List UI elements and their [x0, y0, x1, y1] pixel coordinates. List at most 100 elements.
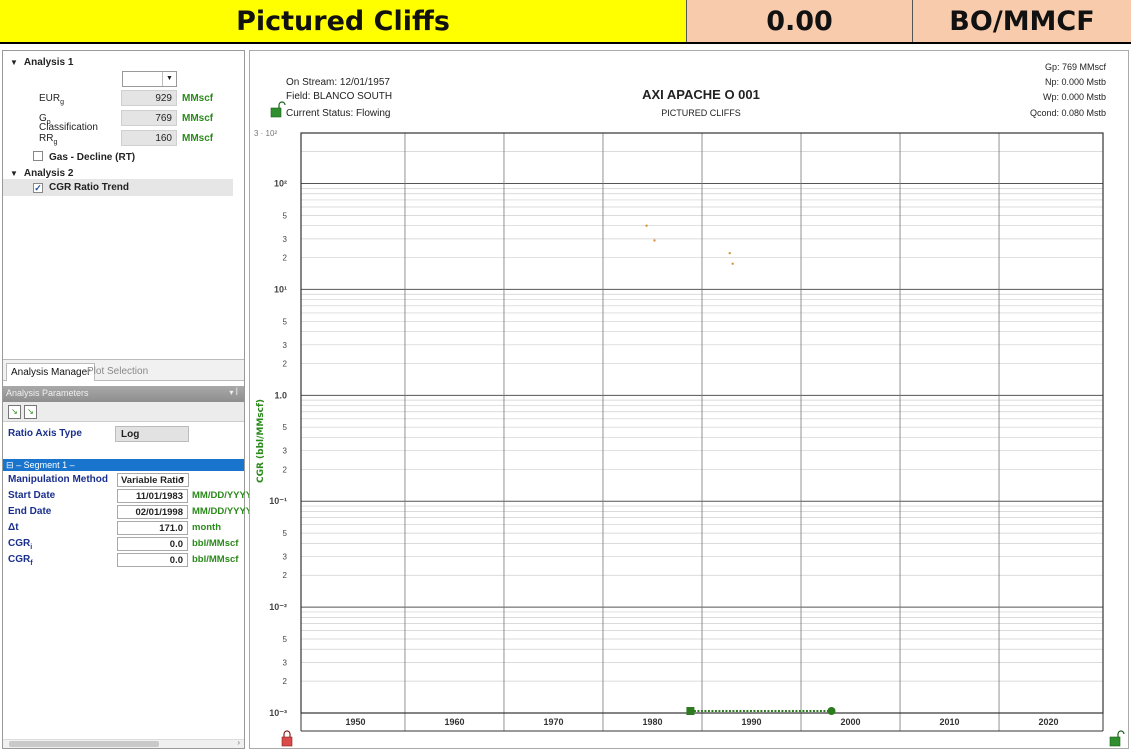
checkbox-unchecked-icon[interactable] — [33, 151, 43, 161]
checkbox-checked-icon[interactable]: ✓ — [33, 183, 43, 193]
y-tick-label: 5 — [283, 423, 288, 432]
x-tick-label: 2020 — [1039, 717, 1059, 727]
y-tick-label: 3 — [283, 658, 288, 667]
manager-tabs: Analysis Manager Plot Selection — [3, 359, 244, 381]
cgr-initial-input[interactable]: 0.0 — [117, 537, 188, 551]
y-tick-label: 10² — [274, 179, 287, 189]
rr-unit: MMscf — [182, 133, 214, 144]
cgr-final-input[interactable]: 0.0 — [117, 553, 188, 567]
analysis-manager-panel: ▼ Analysis 1 Classification ▼ EURg 929 MM… — [2, 50, 252, 749]
x-tick-label: 1950 — [345, 717, 365, 727]
eur-value: 929 — [121, 90, 177, 106]
remove-segment-icon[interactable]: ↘ — [24, 405, 37, 419]
formation-subtitle: PICTURED CLIFFS — [661, 108, 741, 118]
x-tick-label: 2010 — [940, 717, 960, 727]
analysis-tree: ▼ Analysis 1 Classification ▼ EURg 929 MM… — [3, 51, 244, 359]
data-point[interactable] — [653, 239, 656, 242]
ratio-axis-field[interactable]: Log — [115, 426, 189, 442]
gp-unit: MMscf — [182, 113, 214, 124]
tab-plot-selection[interactable]: Plot Selection — [83, 363, 152, 381]
y-tick-label: 5 — [283, 529, 288, 538]
x-tick-label: 2000 — [841, 717, 861, 727]
end-date-label: End Date — [8, 506, 52, 517]
qcond-readout: Qcond: 0.080 Mstb — [1030, 108, 1106, 118]
add-segment-icon[interactable]: ↘ — [8, 405, 21, 419]
trend-start-handle[interactable] — [686, 707, 695, 715]
dropdown-arrow-icon[interactable]: ▼ — [162, 72, 176, 86]
lock-icon[interactable] — [281, 730, 293, 747]
status-text: Current Status: Flowing — [286, 108, 391, 119]
y-tick-label: 3 · 10² — [254, 129, 277, 138]
start-date-input[interactable]: 11/01/1983 — [117, 489, 188, 503]
y-tick-label: 5 — [283, 635, 288, 644]
data-point[interactable] — [645, 224, 648, 227]
data-point[interactable] — [728, 252, 731, 255]
method-combo[interactable]: Variable Ratio ▼ — [117, 473, 189, 487]
y-tick-label: 2 — [283, 465, 288, 474]
dropdown-arrow-icon[interactable]: ▼ — [176, 474, 188, 486]
y-tick-label: 10⁻¹ — [269, 496, 287, 506]
analysis2-title: Analysis 2 — [23, 168, 74, 179]
gp-label: Gp — [39, 113, 51, 126]
x-tick-label: 1960 — [444, 717, 464, 727]
y-tick-label: 10¹ — [274, 284, 287, 294]
trend-end-handle[interactable] — [827, 707, 836, 715]
delta-t-input[interactable]: 171.0 — [117, 521, 188, 535]
start-date-unit: MM/DD/YYYY — [192, 490, 253, 501]
y-tick-label: 2 — [283, 571, 288, 580]
eur-label: EURg — [39, 93, 65, 106]
classification-combo[interactable]: ▼ — [122, 71, 177, 87]
cgr-ratio-trend-item[interactable]: ✓ CGR Ratio Trend — [33, 182, 129, 193]
y-tick-label: 2 — [283, 254, 288, 263]
cgr-initial-label: CGRi — [8, 538, 33, 551]
wp-readout: Wp: 0.000 Mstb — [1043, 92, 1106, 102]
method-label: Manipulation Method — [8, 474, 108, 485]
collapse-box-icon[interactable]: ⊟ — [6, 460, 14, 470]
summary-banner: Pictured Cliffs 0.00 BO/MMCF — [0, 0, 1131, 44]
parameters-toolbar: ↘ ↘ — [3, 402, 244, 422]
gas-decline-item[interactable]: Gas - Decline (RT) — [33, 151, 135, 163]
formation-name: Pictured Cliffs — [0, 0, 687, 42]
scrollbar-thumb[interactable] — [9, 741, 159, 747]
gp-readout: Gp: 769 MMscf — [1045, 62, 1107, 72]
collapse-triangle-icon[interactable]: ▼ — [10, 169, 18, 178]
analysis1-title: Analysis 1 — [23, 57, 74, 68]
data-point[interactable] — [731, 262, 734, 265]
cgr-unit: BO/MMCF — [913, 0, 1131, 42]
delta-t-unit: month — [192, 522, 222, 533]
plot-grid — [300, 132, 1104, 732]
np-readout: Np: 0.000 Mstb — [1045, 77, 1106, 87]
unlock-icon[interactable] — [270, 101, 286, 118]
segment1-title: – Segment 1 – — [16, 460, 75, 470]
rr-value: 160 — [121, 130, 177, 146]
y-tick-label: 3 — [283, 447, 288, 456]
cgr-initial-unit: bbl/MMscf — [192, 538, 239, 549]
unlock-corner-icon[interactable] — [1109, 730, 1125, 747]
cgr-final-unit: bbl/MMscf — [192, 554, 239, 565]
start-date-label: Start Date — [8, 490, 56, 501]
y-tick-label: 2 — [283, 677, 288, 686]
x-tick-label: 1990 — [741, 717, 761, 727]
scroll-right-icon[interactable]: › — [237, 738, 240, 747]
segment1-bar[interactable]: ⊟ – Segment 1 – — [3, 459, 244, 471]
y-tick-label: 10⁻² — [269, 602, 287, 612]
well-name: AXI APACHE O 001 — [642, 87, 760, 102]
y-tick-label: 3 — [283, 553, 288, 562]
analysis-parameters-header: Analysis Parameters ▾ ꟾ — [3, 386, 244, 402]
analysis1-header[interactable]: ▼ Analysis 1 — [10, 57, 73, 68]
eur-unit: MMscf — [182, 93, 214, 104]
pin-icon[interactable]: ▾ ꟾ — [229, 388, 238, 397]
y-tick-label: 5 — [283, 211, 288, 220]
on-stream-text: On Stream: 12/01/1957 — [286, 77, 390, 88]
x-tick-label: 1970 — [543, 717, 563, 727]
y-tick-label: 5 — [283, 317, 288, 326]
analysis-parameters-title: Analysis Parameters — [6, 388, 89, 398]
x-tick-label: 1980 — [642, 717, 662, 727]
cgr-plot[interactable]: 3 · 10² 10² 5 3 2 10¹ 5 3 2 1.0 5 3 2 10⁻¹ 5 3 2 10⁻² 5 3 2 1… — [250, 51, 1130, 750]
axis-ticks: 3 · 10² 10² 5 3 2 10¹ 5 3 2 1.0 5 3 2 10⁻¹ 5 3 2 10⁻² 5 3 2 1… — [254, 129, 1059, 727]
horizontal-scrollbar[interactable]: › — [3, 738, 244, 748]
analysis2-header[interactable]: ▼ Analysis 2 — [10, 168, 73, 179]
y-tick-label: 3 — [283, 341, 288, 350]
collapse-triangle-icon[interactable]: ▼ — [10, 58, 18, 67]
end-date-input[interactable]: 02/01/1998 — [117, 505, 188, 519]
